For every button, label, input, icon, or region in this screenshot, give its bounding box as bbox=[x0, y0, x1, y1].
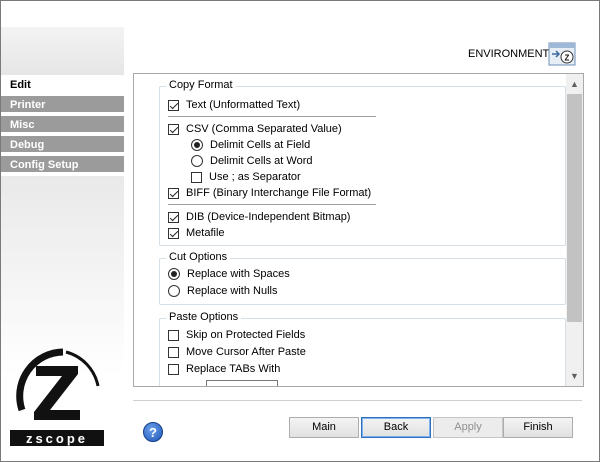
dib-format-checkbox[interactable] bbox=[168, 211, 179, 223]
move-cursor-checkbox[interactable] bbox=[168, 346, 179, 358]
back-button[interactable]: Back bbox=[361, 417, 431, 438]
dib-format-option[interactable]: DIB (Device-Independent Bitmap) bbox=[168, 209, 350, 225]
replace-spaces-option[interactable]: Replace with Spaces bbox=[168, 266, 290, 282]
finish-button[interactable]: Finish bbox=[503, 417, 573, 438]
sidebar: Edit Printer Misc Debug Config Setup zsc… bbox=[1, 1, 124, 460]
environment-label: ENVIRONMENT bbox=[468, 48, 550, 60]
delimit-word-option[interactable]: Delimit Cells at Word bbox=[191, 153, 313, 169]
text-format-checkbox[interactable] bbox=[168, 99, 179, 111]
delimit-field-option[interactable]: Delimit Cells at Field bbox=[191, 137, 310, 153]
csv-format-label: CSV (Comma Separated Value) bbox=[186, 123, 342, 135]
replace-nulls-label: Replace with Nulls bbox=[187, 285, 278, 297]
cut-options-title: Cut Options bbox=[166, 251, 231, 263]
use-separator-checkbox[interactable] bbox=[191, 171, 202, 183]
svg-text:Z: Z bbox=[565, 54, 570, 63]
svg-text:zscope: zscope bbox=[26, 431, 88, 446]
metafile-format-option[interactable]: Metafile bbox=[168, 225, 225, 241]
scroll-up-arrow-icon[interactable]: ▲ bbox=[569, 79, 580, 90]
sidebar-item-misc[interactable]: Misc bbox=[1, 116, 124, 134]
vertical-scrollbar[interactable]: ▲ ▼ bbox=[566, 74, 583, 386]
sidebar-item-debug[interactable]: Debug bbox=[1, 136, 124, 154]
skip-protected-checkbox[interactable] bbox=[168, 329, 179, 341]
delimit-word-label: Delimit Cells at Word bbox=[210, 155, 313, 167]
replace-tabs-input[interactable] bbox=[206, 380, 278, 386]
text-format-option[interactable]: Text (Unformatted Text) bbox=[168, 97, 300, 113]
scrollbar-thumb[interactable] bbox=[567, 94, 582, 322]
replace-tabs-option[interactable]: Replace TABs With bbox=[168, 361, 280, 377]
replace-tabs-label: Replace TABs With bbox=[186, 363, 281, 375]
replace-nulls-radio[interactable] bbox=[168, 285, 180, 297]
skip-protected-option[interactable]: Skip on Protected Fields bbox=[168, 327, 305, 343]
use-separator-label: Use ; as Separator bbox=[209, 171, 301, 183]
move-cursor-option[interactable]: Move Cursor After Paste bbox=[168, 344, 306, 360]
skip-protected-label: Skip on Protected Fields bbox=[186, 329, 306, 341]
scroll-down-arrow-icon[interactable]: ▼ bbox=[569, 371, 580, 382]
delimit-field-radio[interactable] bbox=[191, 139, 203, 151]
replace-spaces-radio[interactable] bbox=[168, 268, 180, 280]
delimit-word-radio[interactable] bbox=[191, 155, 203, 167]
separator bbox=[168, 116, 376, 117]
options-scroll-panel: Copy Format Text (Unformatted Text) CSV … bbox=[133, 73, 584, 387]
sidebar-item-printer[interactable]: Printer bbox=[1, 96, 124, 114]
environment-icon: Z bbox=[548, 42, 576, 66]
separator bbox=[168, 204, 376, 205]
copy-format-title: Copy Format bbox=[166, 79, 236, 91]
csv-format-checkbox[interactable] bbox=[168, 123, 179, 135]
biff-format-option[interactable]: BIFF (Binary Interchange File Format) bbox=[168, 185, 371, 201]
apply-button[interactable]: Apply bbox=[433, 417, 503, 438]
replace-tabs-checkbox[interactable] bbox=[168, 363, 179, 375]
footer-divider bbox=[133, 400, 582, 401]
main-button[interactable]: Main bbox=[289, 417, 359, 438]
replace-nulls-option[interactable]: Replace with Nulls bbox=[168, 283, 277, 299]
biff-format-label: BIFF (Binary Interchange File Format) bbox=[186, 187, 372, 199]
use-separator-option[interactable]: Use ; as Separator bbox=[191, 169, 301, 185]
delimit-field-label: Delimit Cells at Field bbox=[210, 139, 311, 151]
csv-format-option[interactable]: CSV (Comma Separated Value) bbox=[168, 121, 342, 137]
help-icon[interactable]: ? bbox=[143, 422, 163, 442]
text-format-label: Text (Unformatted Text) bbox=[186, 99, 301, 111]
sidebar-item-edit[interactable]: Edit bbox=[1, 76, 124, 94]
move-cursor-label: Move Cursor After Paste bbox=[186, 346, 306, 358]
dib-format-label: DIB (Device-Independent Bitmap) bbox=[186, 211, 351, 223]
biff-format-checkbox[interactable] bbox=[168, 187, 179, 199]
sidebar-header-band bbox=[1, 27, 124, 75]
replace-spaces-label: Replace with Spaces bbox=[187, 268, 290, 280]
zscope-logo: zscope bbox=[10, 348, 104, 446]
sidebar-item-config-setup[interactable]: Config Setup bbox=[1, 156, 124, 174]
metafile-format-label: Metafile bbox=[186, 227, 225, 239]
paste-options-title: Paste Options bbox=[166, 311, 242, 323]
metafile-format-checkbox[interactable] bbox=[168, 227, 179, 239]
